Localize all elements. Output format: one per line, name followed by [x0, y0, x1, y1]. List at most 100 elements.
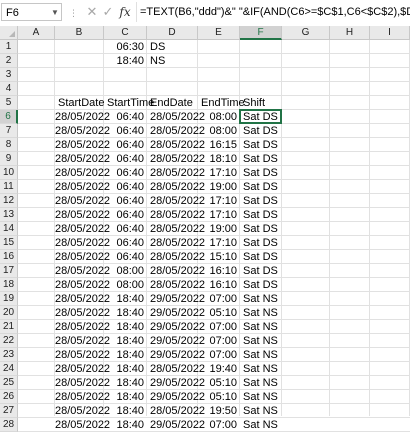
column-header-h[interactable]: H	[330, 26, 370, 40]
cell-b10[interactable]: 28/05/2022	[55, 166, 110, 180]
cell-c21[interactable]: 18:40	[104, 320, 147, 334]
cell-e15[interactable]: 17:10	[198, 236, 240, 250]
row-header-6[interactable]: 6	[0, 110, 18, 124]
cell-b19[interactable]: 28/05/2022	[55, 292, 110, 306]
cell-c22[interactable]: 18:40	[104, 334, 147, 348]
cell-d18[interactable]: 28/05/2022	[147, 278, 205, 292]
cell-f25[interactable]: Sat NS	[240, 376, 282, 390]
cell-d11[interactable]: 28/05/2022	[147, 180, 205, 194]
row-header-26[interactable]: 26	[0, 390, 18, 404]
cell-f10[interactable]: Sat DS	[240, 166, 282, 180]
cell-e7[interactable]: 08:00	[198, 124, 240, 138]
row-header-15[interactable]: 15	[0, 236, 18, 250]
row-header-16[interactable]: 16	[0, 250, 18, 264]
cell-b13[interactable]: 28/05/2022	[55, 208, 110, 222]
row-header-7[interactable]: 7	[0, 124, 18, 138]
insert-function-icon[interactable]: fx	[117, 3, 133, 21]
cell-f7[interactable]: Sat DS	[240, 124, 282, 138]
column-header-i[interactable]: I	[370, 26, 410, 40]
cell-b18[interactable]: 28/05/2022	[55, 278, 110, 292]
cell-d9[interactable]: 28/05/2022	[147, 152, 205, 166]
row-header-24[interactable]: 24	[0, 362, 18, 376]
cell-d2[interactable]: NS	[147, 54, 198, 68]
cell-e19[interactable]: 07:00	[198, 292, 240, 306]
cell-c25[interactable]: 18:40	[104, 376, 147, 390]
cell-b23[interactable]: 28/05/2022	[55, 348, 110, 362]
cell-b14[interactable]: 28/05/2022	[55, 222, 110, 236]
cell-b15[interactable]: 28/05/2022	[55, 236, 110, 250]
column-header-d[interactable]: D	[147, 26, 198, 40]
cell-c9[interactable]: 06:40	[104, 152, 147, 166]
cell-d14[interactable]: 28/05/2022	[147, 222, 205, 236]
cell-b24[interactable]: 28/05/2022	[55, 362, 110, 376]
row-header-22[interactable]: 22	[0, 334, 18, 348]
row-header-8[interactable]: 8	[0, 138, 18, 152]
cell-c19[interactable]: 18:40	[104, 292, 147, 306]
cell-e21[interactable]: 07:00	[198, 320, 240, 334]
cell-f21[interactable]: Sat NS	[240, 320, 282, 334]
cell-c24[interactable]: 18:40	[104, 362, 147, 376]
column-header-c[interactable]: C	[104, 26, 147, 40]
cell-d21[interactable]: 29/05/2022	[147, 320, 205, 334]
cell-f26[interactable]: Sat NS	[240, 390, 282, 404]
cell-e12[interactable]: 17:10	[198, 194, 240, 208]
cell-c12[interactable]: 06:40	[104, 194, 147, 208]
cell-b11[interactable]: 28/05/2022	[55, 180, 110, 194]
cell-d24[interactable]: 28/05/2022	[147, 362, 205, 376]
cell-c15[interactable]: 06:40	[104, 236, 147, 250]
row-header-18[interactable]: 18	[0, 278, 18, 292]
cell-e16[interactable]: 15:10	[198, 250, 240, 264]
cell-c28[interactable]: 18:40	[104, 418, 147, 432]
cell-b7[interactable]: 28/05/2022	[55, 124, 110, 138]
cell-c20[interactable]: 18:40	[104, 306, 147, 320]
cell-e17[interactable]: 16:10	[198, 264, 240, 278]
row-header-13[interactable]: 13	[0, 208, 18, 222]
cell-e6[interactable]: 08:00	[198, 110, 240, 124]
row-header-3[interactable]: 3	[0, 68, 18, 82]
cell-e25[interactable]: 05:10	[198, 376, 240, 390]
formula-input[interactable]: =TEXT(B6,"ddd")&" "&IF(AND(C6>=$C$1,C6<$…	[140, 3, 410, 21]
cell-f8[interactable]: Sat DS	[240, 138, 282, 152]
row-header-5[interactable]: 5	[0, 96, 18, 110]
select-all-button[interactable]	[0, 26, 18, 40]
cell-b21[interactable]: 28/05/2022	[55, 320, 110, 334]
cell-f11[interactable]: Sat DS	[240, 180, 282, 194]
cell-c23[interactable]: 18:40	[104, 348, 147, 362]
cell-c13[interactable]: 06:40	[104, 208, 147, 222]
cell-e18[interactable]: 16:10	[198, 278, 240, 292]
cell-d7[interactable]: 28/05/2022	[147, 124, 205, 138]
cell-b26[interactable]: 28/05/2022	[55, 390, 110, 404]
cell-e13[interactable]: 17:10	[198, 208, 240, 222]
cell-d8[interactable]: 28/05/2022	[147, 138, 205, 152]
cell-b12[interactable]: 28/05/2022	[55, 194, 110, 208]
cell-d13[interactable]: 28/05/2022	[147, 208, 205, 222]
cell-c5[interactable]: StartTime	[104, 96, 154, 110]
cell-e10[interactable]: 17:10	[198, 166, 240, 180]
cell-f22[interactable]: Sat NS	[240, 334, 282, 348]
cell-f14[interactable]: Sat DS	[240, 222, 282, 236]
cell-b17[interactable]: 28/05/2022	[55, 264, 110, 278]
cell-c10[interactable]: 06:40	[104, 166, 147, 180]
cell-c11[interactable]: 06:40	[104, 180, 147, 194]
row-header-11[interactable]: 11	[0, 180, 18, 194]
cell-f24[interactable]: Sat NS	[240, 362, 282, 376]
cell-e22[interactable]: 07:00	[198, 334, 240, 348]
cell-c8[interactable]: 06:40	[104, 138, 147, 152]
cell-e14[interactable]: 19:00	[198, 222, 240, 236]
cell-c16[interactable]: 06:40	[104, 250, 147, 264]
cell-e5[interactable]: EndTime	[198, 96, 245, 110]
cancel-icon[interactable]: ✕	[84, 3, 100, 21]
row-header-14[interactable]: 14	[0, 222, 18, 236]
row-header-23[interactable]: 23	[0, 348, 18, 362]
column-header-e[interactable]: E	[198, 26, 240, 40]
column-header-g[interactable]: G	[282, 26, 330, 40]
row-header-1[interactable]: 1	[0, 40, 18, 54]
cell-b8[interactable]: 28/05/2022	[55, 138, 110, 152]
cell-b28[interactable]: 28/05/2022	[55, 418, 110, 432]
cell-b16[interactable]: 28/05/2022	[55, 250, 110, 264]
cell-b9[interactable]: 28/05/2022	[55, 152, 110, 166]
cell-d28[interactable]: 29/05/2022	[147, 418, 205, 432]
cell-b25[interactable]: 28/05/2022	[55, 376, 110, 390]
cell-d17[interactable]: 28/05/2022	[147, 264, 205, 278]
cell-d15[interactable]: 28/05/2022	[147, 236, 205, 250]
